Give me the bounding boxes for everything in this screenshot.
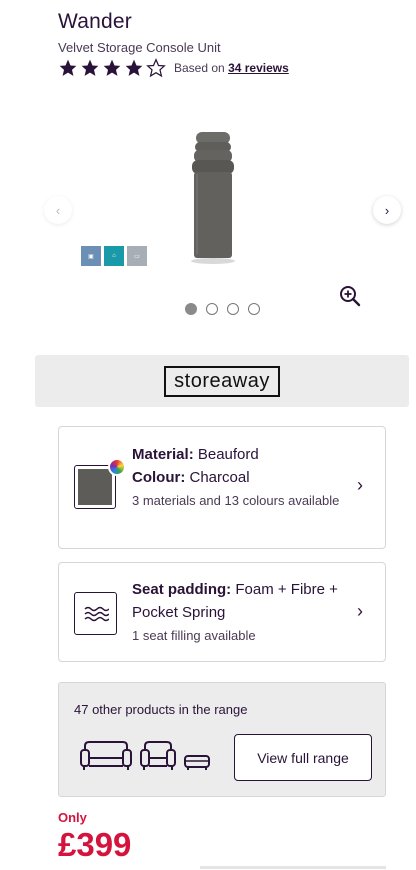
feature-badge-icon[interactable]: ▣: [81, 246, 101, 266]
star-filled-icon: [59, 59, 77, 76]
gallery-prev-button[interactable]: ‹: [44, 196, 72, 224]
divider: [200, 866, 386, 869]
feature-badge-icon[interactable]: ⌂: [104, 246, 124, 266]
star-filled-icon: [81, 59, 99, 76]
product-range-box: 47 other products in the range View full…: [58, 682, 386, 797]
reviews-link[interactable]: 34 reviews: [228, 61, 289, 75]
padding-line: Seat padding: Foam + Fibre + Pocket Spri…: [132, 578, 342, 624]
price-amount: £399: [58, 826, 132, 863]
feature-badges: ▣ ⌂ ▭: [81, 246, 147, 266]
armchair-icon: [140, 741, 176, 770]
feature-badge-icon[interactable]: ▭: [127, 246, 147, 266]
rating-row: Based on 34 reviews: [58, 58, 289, 78]
star-rating[interactable]: [58, 58, 168, 78]
star-filled-icon: [125, 59, 143, 76]
reviews-prefix: Based on: [174, 61, 225, 75]
price-prefix: Only: [58, 810, 87, 825]
view-full-range-button[interactable]: View full range: [234, 734, 372, 781]
padding-availability: 1 seat filling available: [132, 628, 256, 643]
range-count-text: 47 other products in the range: [74, 702, 248, 717]
padding-label: Seat padding:: [132, 581, 232, 598]
chevron-right-icon: ›: [357, 475, 363, 495]
product-subtitle: Velvet Storage Console Unit: [58, 40, 221, 55]
material-label: Material:: [132, 446, 194, 463]
chevron-right-icon: ›: [357, 601, 363, 621]
colour-line: Colour: Charcoal: [132, 466, 342, 489]
product-title: Wander: [58, 10, 132, 33]
zoom-icon[interactable]: [339, 285, 361, 307]
brand-banner: storeaway: [35, 355, 409, 407]
colour-label: Colour:: [132, 469, 186, 486]
product-gallery[interactable]: ‹ › ▣ ⌂ ▭: [0, 110, 416, 315]
star-empty-icon: [146, 58, 166, 78]
brand-logo: storeaway: [164, 365, 280, 397]
gallery-pagination: [185, 303, 260, 315]
padding-details: Seat padding: Foam + Fibre + Pocket Spri…: [132, 578, 342, 648]
footstool-icon: [184, 755, 210, 770]
pagination-dot[interactable]: [227, 303, 239, 315]
material-line: Material: Beauford: [132, 443, 342, 466]
pagination-dot[interactable]: [185, 303, 197, 315]
material-selector-card[interactable]: Material: Beauford Colour: Charcoal 3 ma…: [58, 426, 386, 549]
swatch-fill: [78, 469, 112, 505]
reviews-summary: Based on 34 reviews: [174, 61, 289, 75]
colour-wheel-icon: [108, 458, 126, 476]
material-value: Beauford: [197, 446, 259, 463]
pagination-dot[interactable]: [206, 303, 218, 315]
range-icons: [79, 740, 211, 772]
material-details: Material: Beauford Colour: Charcoal 3 ma…: [132, 443, 342, 513]
padding-waves-icon: [74, 592, 117, 635]
star-filled-icon: [103, 59, 121, 76]
seat-padding-card[interactable]: Seat padding: Foam + Fibre + Pocket Spri…: [58, 562, 386, 662]
colour-value: Charcoal: [189, 469, 250, 486]
material-availability: 3 materials and 13 colours available: [132, 493, 340, 508]
pagination-dot[interactable]: [248, 303, 260, 315]
sofa-icon: [80, 741, 132, 770]
product-image[interactable]: [186, 130, 240, 266]
gallery-next-button[interactable]: ›: [373, 196, 401, 224]
